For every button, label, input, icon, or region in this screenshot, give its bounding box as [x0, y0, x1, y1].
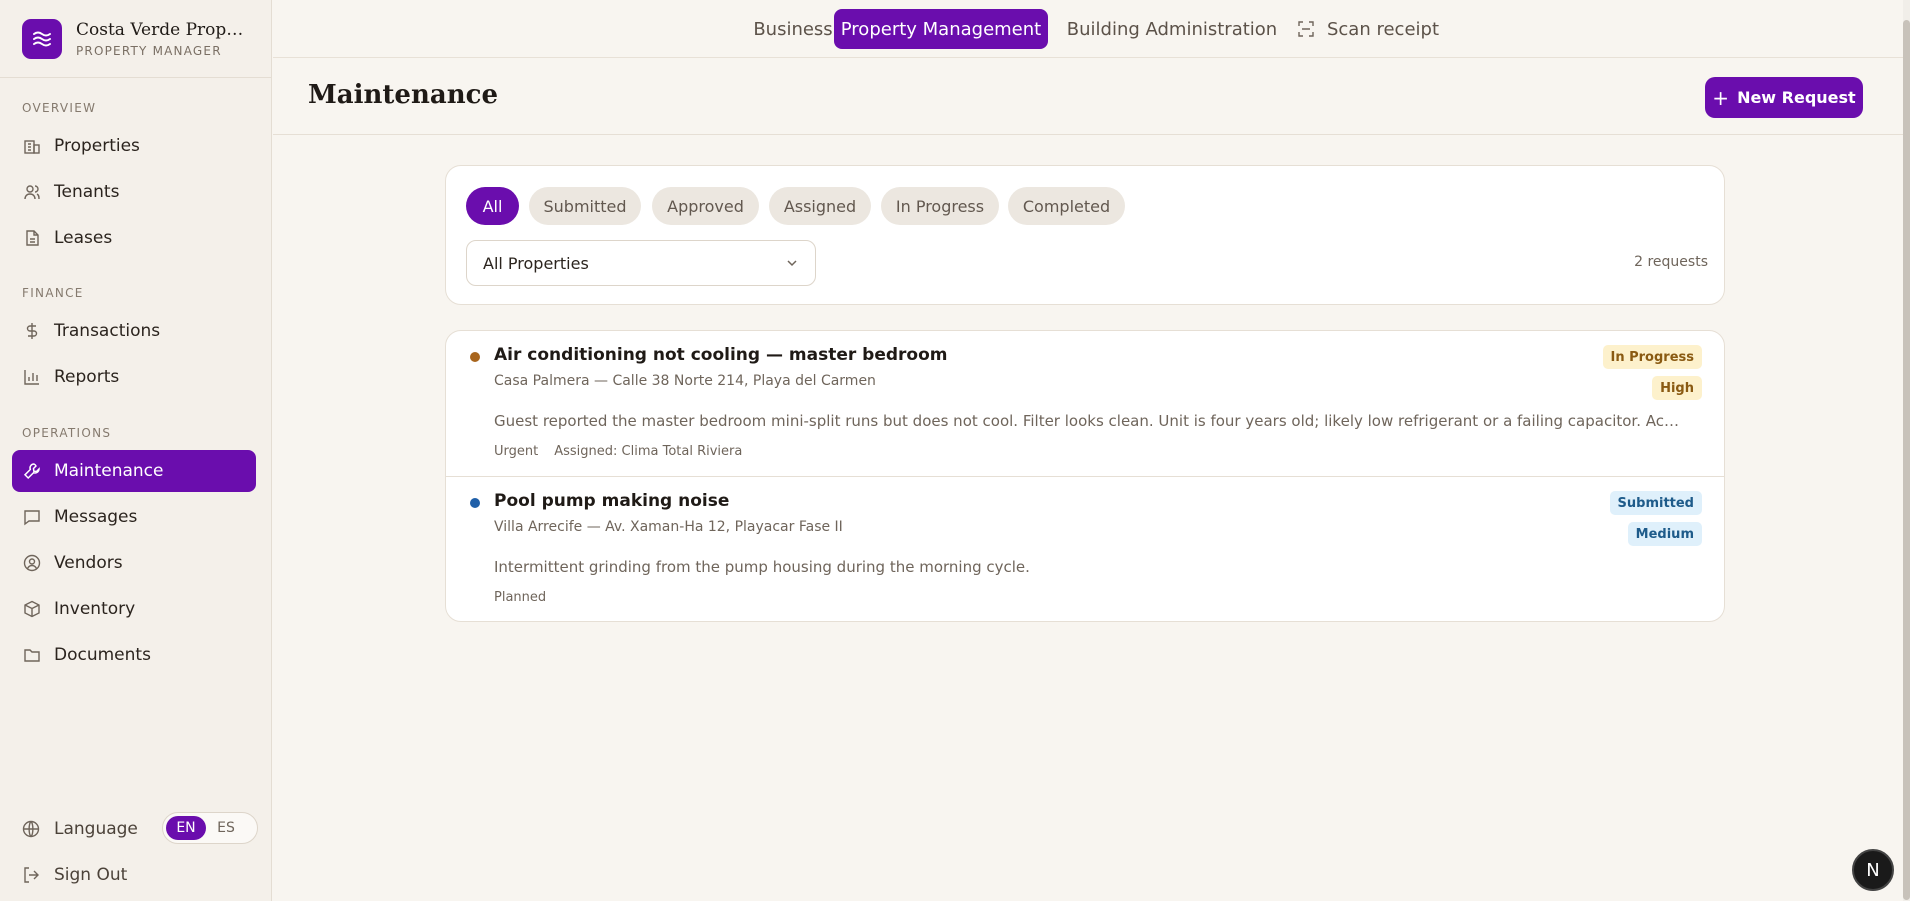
sidebar-item-label: Tenants	[54, 182, 120, 202]
request-address: Casa Palmera — Calle 38 Norte 214, Playa…	[494, 373, 876, 389]
sidebar-item-vendors[interactable]: Vendors	[12, 542, 256, 584]
request-description: Guest reported the master bedroom mini-s…	[494, 412, 1684, 430]
sidebar-item-label: Properties	[54, 136, 140, 156]
sidebar: Costa Verde Proper... PROPERTY MANAGER O…	[0, 0, 272, 901]
brand-subtitle: PROPERTY MANAGER	[76, 43, 222, 58]
tab-property-management[interactable]: Property Management	[834, 9, 1048, 49]
filter-chip-assigned[interactable]: Assigned	[769, 187, 871, 225]
filter-card: All Submitted Approved Assigned In Progr…	[445, 165, 1725, 305]
filter-chip-completed[interactable]: Completed	[1008, 187, 1125, 225]
section-label-overview: OVERVIEW	[22, 101, 97, 115]
section-label-finance: FINANCE	[22, 286, 84, 300]
page-title: Maintenance	[308, 80, 498, 110]
filter-chip-in-progress[interactable]: In Progress	[881, 187, 999, 225]
priority-dot	[470, 352, 480, 362]
page-header: Maintenance + New Request	[273, 58, 1903, 135]
section-label-operations: OPERATIONS	[22, 426, 112, 440]
request-urgency: Urgent	[494, 444, 539, 459]
top-nav: Business Property Management Building Ad…	[273, 0, 1903, 58]
request-title: Air conditioning not cooling — master be…	[494, 345, 948, 365]
status-badge: Submitted	[1609, 491, 1702, 515]
scan-icon	[1297, 20, 1315, 38]
dollar-icon	[22, 321, 42, 341]
priority-dot	[470, 498, 480, 508]
sidebar-item-inventory[interactable]: Inventory	[12, 588, 256, 630]
sidebar-item-label: Documents	[54, 645, 151, 665]
request-assignee: Assigned: Clima Total Riviera	[554, 444, 743, 459]
tab-building-administration[interactable]: Building Administration	[1056, 9, 1288, 49]
priority-badge: Medium	[1627, 522, 1702, 546]
request-address: Villa Arrecife — Av. Xaman-Ha 12, Playac…	[494, 519, 843, 535]
scrollbar-thumb[interactable]	[1903, 20, 1910, 900]
user-circle-icon	[22, 553, 42, 573]
filter-chip-submitted[interactable]: Submitted	[529, 187, 641, 225]
sidebar-item-label: Reports	[54, 367, 120, 387]
sidebar-item-transactions[interactable]: Transactions	[12, 310, 256, 352]
filter-chip-all[interactable]: All	[466, 187, 519, 225]
language-label: Language	[54, 819, 138, 839]
language-row: Language EN ES	[12, 810, 258, 848]
sign-out-label: Sign Out	[54, 865, 128, 885]
request-urgency: Planned	[494, 590, 547, 605]
request-meta: Urgent Assigned: Clima Total Riviera	[494, 444, 742, 459]
status-badge: In Progress	[1602, 345, 1702, 369]
sidebar-item-label: Transactions	[54, 321, 161, 341]
chevron-down-icon	[785, 255, 799, 274]
sign-out-button[interactable]: Sign Out	[12, 856, 256, 894]
request-item[interactable]: Air conditioning not cooling — master be…	[446, 331, 1724, 476]
folder-icon	[22, 645, 42, 665]
message-icon	[22, 507, 42, 527]
globe-icon	[22, 820, 42, 838]
logout-icon	[22, 866, 42, 884]
wrench-icon	[22, 461, 42, 481]
lang-en-button[interactable]: EN	[166, 816, 206, 840]
brand-logo-icon	[22, 18, 62, 59]
building-icon	[22, 136, 42, 156]
property-select[interactable]: All Properties	[466, 240, 816, 286]
new-request-label: New Request	[1737, 88, 1856, 107]
sidebar-item-label: Maintenance	[54, 461, 164, 481]
request-count: 2 requests	[1634, 254, 1708, 270]
sidebar-item-tenants[interactable]: Tenants	[12, 171, 256, 213]
sidebar-item-maintenance[interactable]: Maintenance	[12, 450, 256, 492]
lang-es-button[interactable]: ES	[206, 816, 246, 840]
sidebar-item-label: Leases	[54, 228, 113, 248]
request-item[interactable]: Pool pump making noise Villa Arrecife — …	[446, 476, 1724, 621]
sidebar-item-leases[interactable]: Leases	[12, 217, 256, 259]
sidebar-item-documents[interactable]: Documents	[12, 634, 256, 676]
plus-icon: +	[1712, 85, 1730, 110]
brand-header: Costa Verde Proper... PROPERTY MANAGER	[0, 0, 271, 78]
sidebar-item-label: Inventory	[54, 599, 136, 619]
priority-badge: High	[1652, 376, 1702, 400]
bar-chart-icon	[22, 367, 42, 387]
sidebar-item-label: Messages	[54, 507, 138, 527]
language-toggle: EN ES	[162, 812, 258, 844]
request-title: Pool pump making noise	[494, 491, 730, 511]
request-list: Air conditioning not cooling — master be…	[445, 330, 1725, 622]
sidebar-item-reports[interactable]: Reports	[12, 356, 256, 398]
tab-scan-receipt[interactable]: Scan receipt	[1288, 9, 1448, 49]
sidebar-item-messages[interactable]: Messages	[12, 496, 256, 538]
tab-scan-receipt-label: Scan receipt	[1326, 18, 1440, 40]
sidebar-item-properties[interactable]: Properties	[12, 125, 256, 167]
box-icon	[22, 599, 42, 619]
document-icon	[22, 228, 42, 248]
new-request-button[interactable]: + New Request	[1705, 77, 1863, 118]
users-icon	[22, 182, 42, 202]
brand-name: Costa Verde Proper...	[76, 19, 251, 40]
sidebar-item-label: Vendors	[54, 553, 123, 573]
filter-chip-approved[interactable]: Approved	[652, 187, 759, 225]
request-meta: Planned	[494, 590, 546, 605]
floating-dev-button[interactable]: N	[1852, 849, 1894, 891]
property-select-value: All Properties	[483, 253, 589, 273]
request-description: Intermittent grinding from the pump hous…	[494, 558, 1030, 576]
